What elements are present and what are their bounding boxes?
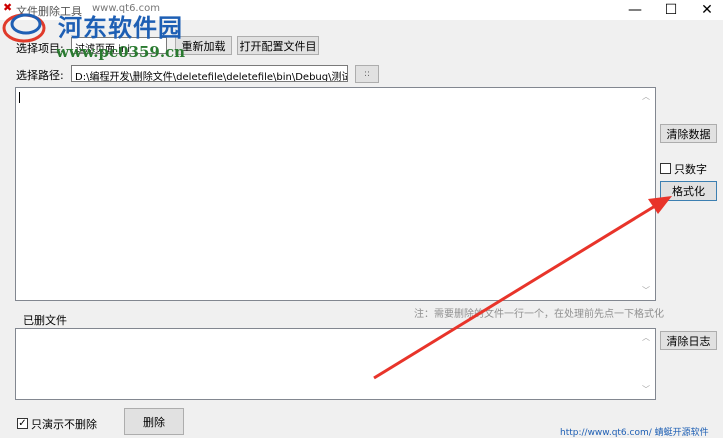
annotation-arrow bbox=[373, 196, 672, 380]
